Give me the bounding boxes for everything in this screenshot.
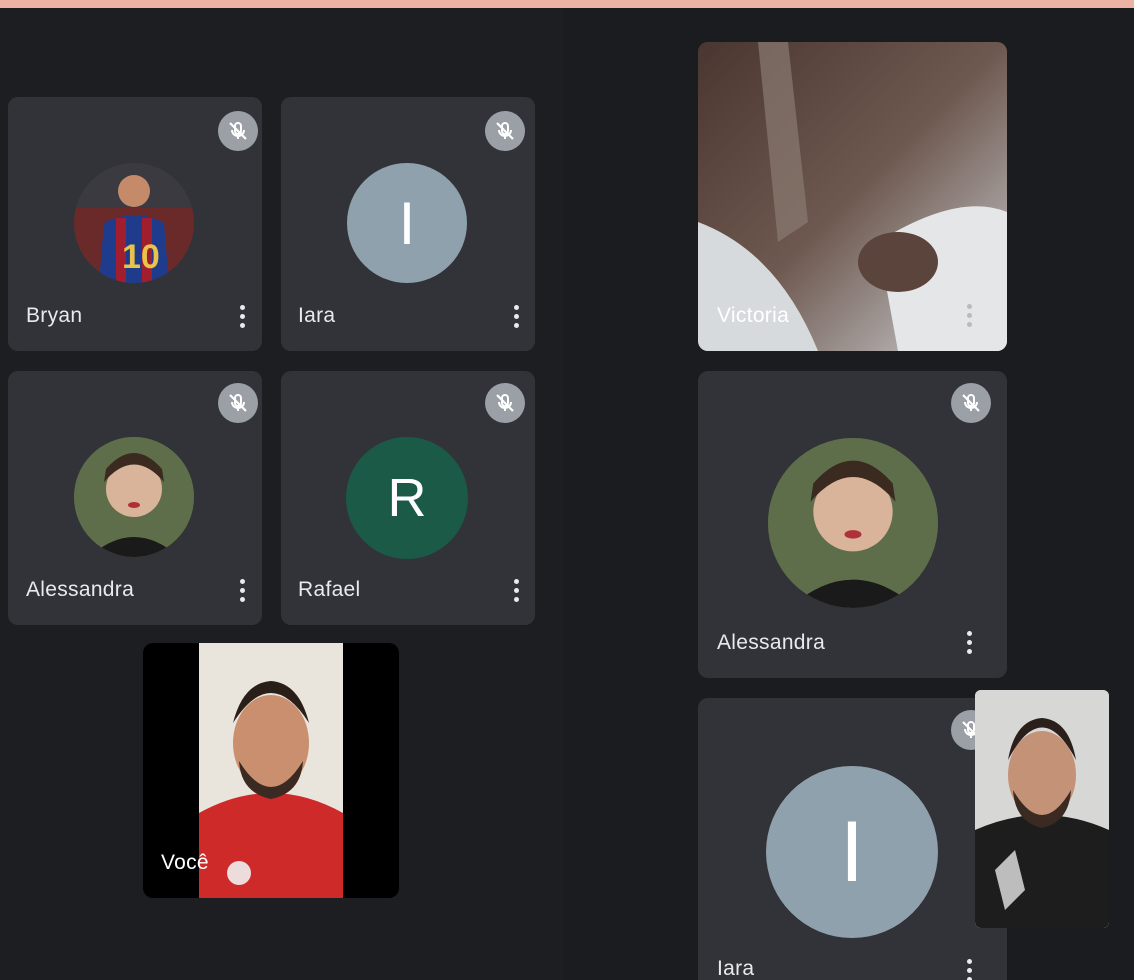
- participant-name: Victoria: [717, 304, 790, 327]
- mic-off-icon: [218, 383, 258, 423]
- participant-name: Alessandra: [26, 578, 135, 601]
- more-vert-icon[interactable]: [239, 579, 245, 605]
- avatar-letter: I: [766, 766, 938, 938]
- avatar-letter: I: [347, 163, 467, 283]
- participant-name: Iara: [298, 304, 336, 327]
- mic-off-icon: [485, 111, 525, 151]
- more-vert-icon[interactable]: [966, 631, 972, 657]
- more-vert-icon[interactable]: [513, 579, 519, 605]
- more-vert-icon[interactable]: [239, 305, 245, 331]
- participant-name: Bryan: [26, 304, 83, 327]
- self-video-tile[interactable]: Você: [143, 643, 399, 898]
- participant-name: Você: [161, 851, 209, 874]
- participant-tile-iara[interactable]: I Iara: [281, 97, 535, 351]
- participant-tile-iara[interactable]: I Iara: [698, 698, 1007, 980]
- participant-tile-rafael[interactable]: R Rafael: [281, 371, 535, 625]
- participant-tile-bryan[interactable]: 10 Bryan: [8, 97, 262, 351]
- avatar-letter: R: [346, 437, 468, 559]
- mic-off-icon: [485, 383, 525, 423]
- svg-text:10: 10: [122, 238, 160, 276]
- participant-name: Rafael: [298, 578, 361, 601]
- participant-tile-victoria[interactable]: Victoria: [698, 42, 1007, 351]
- self-video: [199, 643, 343, 898]
- mic-off-icon: [951, 383, 991, 423]
- participant-tile-alessandra[interactable]: Alessandra: [8, 371, 262, 625]
- mic-off-icon: [218, 111, 258, 151]
- participant-tile-alessandra[interactable]: Alessandra: [698, 371, 1007, 678]
- more-vert-icon[interactable]: [966, 959, 972, 980]
- participant-name: Alessandra: [717, 631, 826, 654]
- self-pip-video[interactable]: [975, 690, 1109, 928]
- avatar-photo: [74, 437, 194, 557]
- participant-name: Iara: [717, 957, 755, 980]
- avatar-photo: [768, 438, 938, 608]
- more-vert-icon[interactable]: [966, 304, 972, 330]
- avatar-photo: 10: [74, 163, 194, 283]
- more-vert-icon[interactable]: [513, 305, 519, 331]
- top-strip: [0, 0, 1134, 8]
